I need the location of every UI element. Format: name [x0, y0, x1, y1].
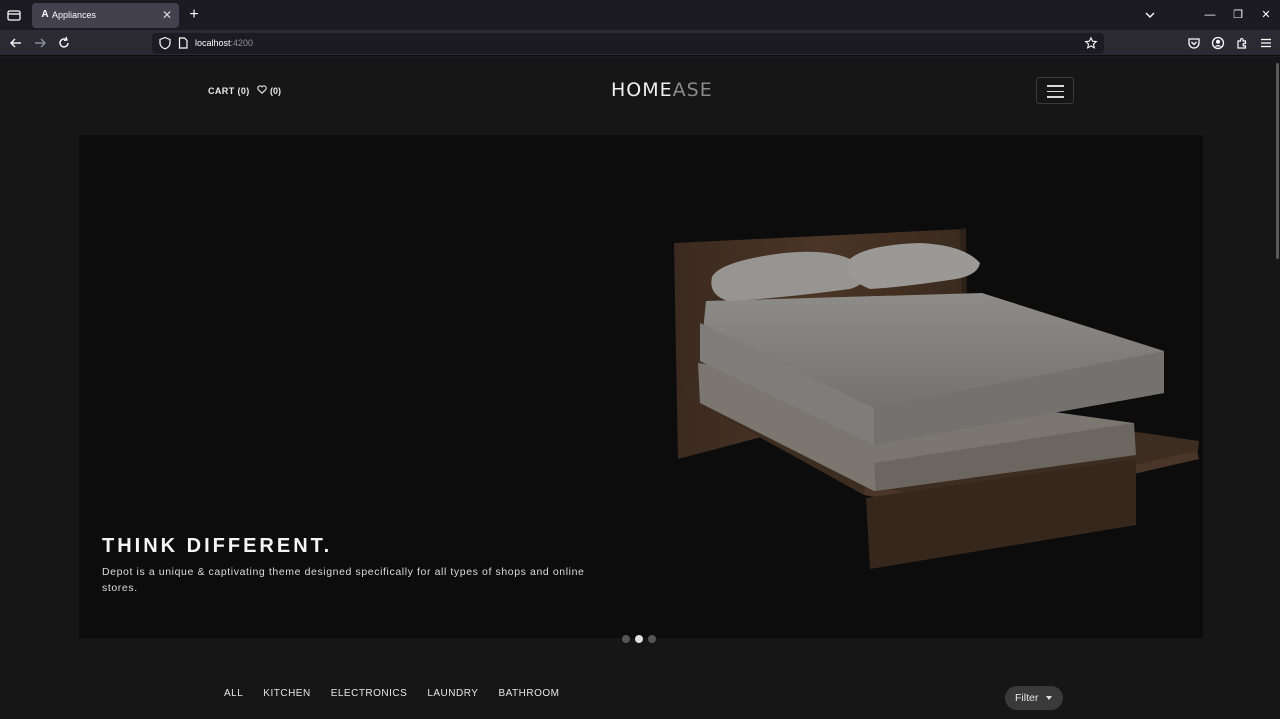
tab-list-icon[interactable] [6, 7, 22, 23]
menu-line [1047, 96, 1064, 98]
category-all[interactable]: ALL [224, 687, 243, 700]
carousel-indicators [622, 635, 656, 643]
forward-arrow-icon[interactable] [31, 34, 49, 52]
menu-line [1047, 90, 1064, 92]
restore-icon[interactable]: ❐ [1224, 0, 1252, 30]
page-content: CART (0) (0) HOMEASE THINK DIFFERENT. De… [0, 57, 1280, 719]
hero-title: THINK DIFFERENT. [102, 535, 333, 557]
browser-tab[interactable]: A Appliances ✕ [32, 3, 179, 28]
plus-icon[interactable]: + [187, 7, 201, 23]
filter-dropdown-button[interactable]: Filter [1005, 686, 1063, 710]
cart-link[interactable]: CART (0) [208, 85, 250, 97]
category-bathroom[interactable]: BATHROOM [498, 687, 559, 700]
extensions-icon[interactable] [1234, 35, 1250, 51]
page-scrollbar[interactable] [1274, 57, 1280, 719]
carousel-dot-3[interactable] [648, 635, 656, 643]
pocket-icon[interactable] [1186, 35, 1202, 51]
close-icon[interactable]: ✕ [161, 8, 173, 22]
menu-line [1047, 85, 1064, 87]
url-port: :4200 [230, 38, 254, 48]
browser-tab-bar: A Appliances ✕ + — ❐ ✕ [0, 0, 1280, 30]
back-arrow-icon[interactable] [7, 34, 25, 52]
filter-label: Filter [1015, 692, 1039, 704]
scrollbar-thumb[interactable] [1276, 63, 1279, 259]
browser-nav-bar: localhost:4200 [0, 30, 1280, 56]
logo-part-ase: ASE [672, 79, 713, 101]
shield-icon[interactable] [158, 36, 172, 50]
account-icon[interactable] [1210, 35, 1226, 51]
wishlist-link[interactable]: (0) [257, 85, 281, 97]
wishlist-count: (0) [270, 86, 281, 96]
bed-image [674, 228, 1199, 569]
logo-part-home: HOME [611, 79, 673, 101]
url-bar[interactable]: localhost:4200 [152, 33, 1104, 54]
hero-description: Depot is a unique & captivating theme de… [102, 566, 585, 594]
carousel-dot-2[interactable] [635, 635, 643, 643]
star-icon[interactable] [1084, 36, 1098, 50]
heart-icon [257, 85, 267, 97]
category-filter-nav: ALL KITCHEN ELECTRONICS LAUNDRY BATHROOM [224, 687, 579, 700]
category-kitchen[interactable]: KITCHEN [263, 687, 310, 700]
category-laundry[interactable]: LAUNDRY [427, 687, 478, 700]
minimize-icon[interactable]: — [1196, 0, 1224, 30]
site-logo[interactable]: HOMEASE [611, 78, 713, 102]
menu-icon[interactable] [1258, 35, 1274, 51]
close-window-icon[interactable]: ✕ [1252, 0, 1280, 30]
hamburger-menu-button[interactable] [1036, 77, 1074, 104]
url-host: localhost [195, 38, 231, 48]
tab-title: Appliances [52, 10, 97, 20]
hero-carousel[interactable]: THINK DIFFERENT. Depot is a unique & cap… [79, 135, 1203, 638]
chevron-down-icon[interactable] [1142, 7, 1158, 23]
caret-down-icon [1046, 696, 1052, 700]
url-text[interactable]: localhost:4200 [195, 37, 253, 50]
favicon-icon: A [41, 9, 49, 20]
carousel-dot-1[interactable] [622, 635, 630, 643]
window-controls: — ❐ ✕ [1196, 0, 1280, 30]
category-electronics[interactable]: ELECTRONICS [331, 687, 408, 700]
page-icon[interactable] [176, 36, 190, 50]
reload-icon[interactable] [55, 34, 73, 52]
